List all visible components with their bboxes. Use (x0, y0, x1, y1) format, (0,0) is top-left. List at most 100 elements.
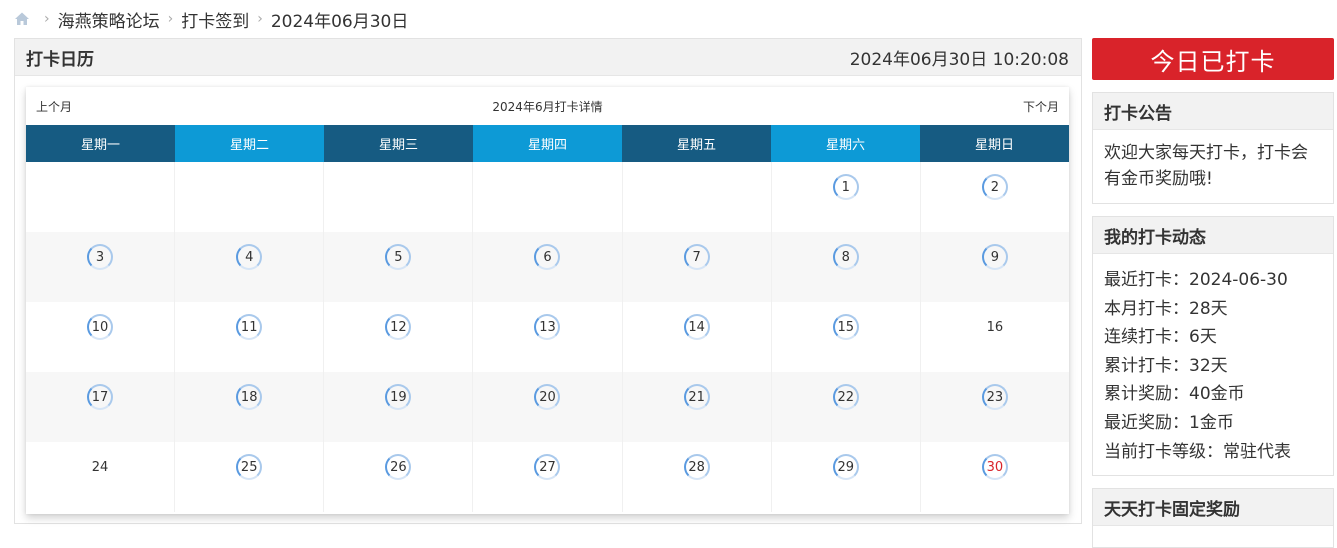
signed-day-number: 15 (832, 314, 859, 340)
calendar-week-row: 3 4 5 6 7 8 9 (26, 232, 1069, 302)
calendar-day-cell (473, 162, 623, 232)
calendar-week-row: 10 11 12 13 14 15 16 (26, 302, 1069, 372)
calendar-day-cell[interactable]: 10 (26, 302, 176, 372)
calendar-day-cell[interactable]: 3 (26, 232, 176, 302)
signed-day-number: 4 (236, 244, 263, 270)
calendar-day-cell[interactable]: 1 (772, 162, 921, 232)
checkin-calendar: 上个月 2024年6月打卡详情 下个月 星期一 星期二 星期三 星期四 星期五 … (26, 87, 1069, 514)
checked-in-today-button[interactable]: 今日已打卡 (1092, 38, 1334, 80)
fixed-reward-box: 天天打卡固定奖励 (1092, 488, 1334, 548)
reward-title: 天天打卡固定奖励 (1093, 489, 1333, 526)
stats-list: 最近打卡：2024-06-30 本月打卡：28天 连续打卡：6天 累计打卡：32天 累计… (1093, 254, 1333, 476)
signed-day-number: 3 (87, 244, 114, 270)
stats-title: 我的打卡动态 (1093, 217, 1333, 254)
signed-day-number: 29 (832, 454, 859, 480)
notice-text: 欢迎大家每天打卡，打卡会有金币奖励哦! (1104, 143, 1308, 189)
calendar-day-cell[interactable]: 27 (473, 442, 623, 512)
breadcrumb-separator: › (44, 11, 50, 27)
calendar-panel: 打卡日历 2024年06月30日 10:20:08 上个月 2024年6月打卡详… (14, 38, 1082, 524)
stats-line: 连续打卡：6天 (1104, 327, 1217, 348)
calendar-day-cell[interactable]: 12 (324, 302, 474, 372)
calendar-day-cell[interactable]: 8 (772, 232, 921, 302)
calendar-day-cell[interactable]: 13 (473, 302, 623, 372)
calendar-day-cell[interactable]: 24 (26, 442, 176, 512)
calendar-day-cell[interactable]: 9 (921, 232, 1069, 302)
breadcrumb: › 海燕策略论坛 › 打卡签到 › 2024年06月30日 (14, 6, 408, 32)
weekday-header: 星期一 星期二 星期三 星期四 星期五 星期六 星期日 (26, 125, 1069, 162)
signed-day-number: 26 (385, 454, 412, 480)
signed-day-number: 18 (236, 384, 263, 410)
calendar-day-cell[interactable]: 2 (921, 162, 1069, 232)
calendar-panel-title: 打卡日历 (26, 49, 94, 70)
calendar-day-cell[interactable]: 30 (921, 442, 1069, 512)
calendar-day-cell[interactable]: 11 (175, 302, 325, 372)
stats-line: 累计奖励：40金币 (1104, 384, 1245, 405)
calendar-day-cell[interactable]: 20 (473, 372, 623, 442)
stats-line: 最近奖励：1金币 (1104, 412, 1234, 433)
signed-day-number: 14 (683, 314, 710, 340)
weekday-tue: 星期二 (175, 125, 324, 162)
signed-day-number: 7 (683, 244, 710, 270)
signed-day-number: 27 (534, 454, 561, 480)
calendar-day-cell (26, 162, 176, 232)
calendar-week-row: 17 18 19 20 21 22 23 (26, 372, 1069, 442)
calendar-day-cell[interactable]: 16 (921, 302, 1069, 372)
breadcrumb-checkin-link[interactable]: 打卡签到 (181, 7, 249, 32)
weekday-sun: 星期日 (920, 125, 1069, 162)
calendar-day-cell[interactable]: 7 (623, 232, 772, 302)
signed-day-number: 10 (87, 314, 114, 340)
signed-day-number: 28 (683, 454, 710, 480)
calendar-day-cell[interactable]: 21 (623, 372, 772, 442)
calendar-panel-header: 打卡日历 2024年06月30日 10:20:08 (15, 39, 1081, 76)
calendar-day-cell[interactable]: 5 (324, 232, 474, 302)
stats-line: 本月打卡：28天 (1104, 298, 1228, 319)
signed-day-number: 21 (683, 384, 710, 410)
calendar-week-row: 12 (26, 162, 1069, 232)
prev-month-button[interactable]: 上个月 (36, 98, 72, 115)
calendar-day-cell (175, 162, 325, 232)
calendar-day-cell[interactable]: 23 (921, 372, 1069, 442)
calendar-day-cell[interactable]: 25 (175, 442, 325, 512)
weekday-mon: 星期一 (26, 125, 175, 162)
calendar-day-cell[interactable]: 17 (26, 372, 176, 442)
signed-day-number: 23 (981, 384, 1008, 410)
signed-day-number: 2 (981, 174, 1008, 200)
breadcrumb-separator: › (167, 11, 174, 27)
calendar-nav: 上个月 2024年6月打卡详情 下个月 (26, 87, 1069, 125)
breadcrumb-forum-link[interactable]: 海燕策略论坛 (58, 7, 160, 32)
calendar-day-cell[interactable]: 29 (772, 442, 921, 512)
calendar-day-cell[interactable]: 15 (772, 302, 921, 372)
checkin-stats-box: 我的打卡动态 最近打卡：2024-06-30 本月打卡：28天 连续打卡：6天 累计打… (1092, 216, 1334, 476)
breadcrumb-current-date: 2024年06月30日 (270, 11, 409, 32)
signed-day-number: 13 (534, 314, 561, 340)
signed-day-number: 11 (236, 314, 263, 340)
signed-day-number: 22 (832, 384, 859, 410)
signed-day-number: 25 (236, 454, 263, 480)
calendar-day-cell[interactable]: 14 (623, 302, 772, 372)
stats-line: 当前打卡等级：常驻代表 (1104, 441, 1291, 462)
breadcrumb-separator: › (257, 11, 263, 27)
stats-line: 累计打卡：32天 (1104, 355, 1228, 376)
notice-box: 打卡公告 欢迎大家每天打卡，打卡会有金币奖励哦! (1092, 92, 1334, 204)
signed-day-number: 12 (385, 314, 412, 340)
calendar-day-cell[interactable]: 28 (623, 442, 772, 512)
calendar-day-cell[interactable]: 18 (175, 372, 325, 442)
calendar-month-title: 2024年6月打卡详情 (492, 99, 603, 114)
home-icon[interactable] (14, 11, 30, 27)
signed-day-number: 19 (385, 384, 412, 410)
calendar-day-cell[interactable]: 22 (772, 372, 921, 442)
signed-day-number: 6 (534, 244, 561, 270)
weekday-wed: 星期三 (324, 125, 473, 162)
notice-title: 打卡公告 (1093, 93, 1333, 130)
weekday-thu: 星期四 (473, 125, 622, 162)
calendar-day-cell[interactable]: 19 (324, 372, 474, 442)
weekday-sat: 星期六 (771, 125, 920, 162)
calendar-day-cell[interactable]: 6 (473, 232, 623, 302)
calendar-day-cell[interactable]: 26 (324, 442, 474, 512)
next-month-button[interactable]: 下个月 (1023, 98, 1059, 115)
stats-line: 最近打卡：2024-06-30 (1104, 270, 1288, 290)
calendar-grid: 1 2 3 4 5 6 7 8 9 10 11 12 13 14 15 16 17 18 19 20 21 22 23 24 2… (26, 162, 1069, 512)
signed-day-number: 20 (534, 384, 561, 410)
calendar-day-cell[interactable]: 4 (175, 232, 325, 302)
day-number: 16 (986, 319, 1004, 335)
